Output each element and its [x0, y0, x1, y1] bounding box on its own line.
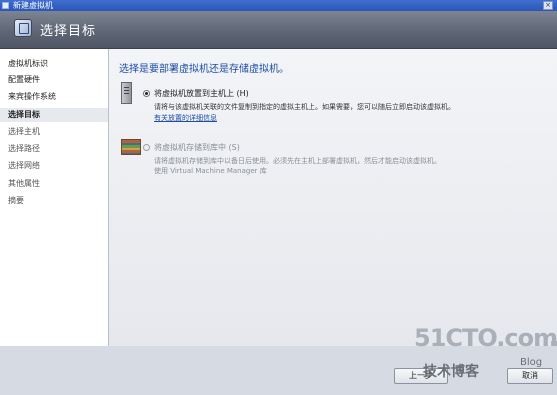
placement-details-link[interactable]: 有关放置的详细信息 [154, 113, 217, 123]
watermark-domain: 51CTO.com [414, 324, 557, 352]
sidebar-item-configure-hardware[interactable]: 配置硬件 [0, 73, 108, 87]
app-icon [2, 2, 9, 9]
main-panel: 选择是要部署虚拟机还是存储虚拟机。 将虚拟机放置到主机上 (H) 请将与该虚拟机… [109, 49, 557, 346]
place-on-host-description: 请将与该虚拟机关联的文件复制到指定的虚拟主机上。如果需要，您可以随后立即启动该虚… [154, 103, 455, 111]
window-title: 新建虚拟机 [13, 1, 53, 10]
watermark-blog: Blog [520, 357, 543, 368]
section-heading: 选择是要部署虚拟机还是存储虚拟机。 [119, 64, 289, 75]
window-close-button[interactable]: × [543, 1, 553, 10]
watermark-subtitle: 技术博客 [423, 364, 479, 380]
sidebar-item-guest-os[interactable]: 来宾操作系统 [0, 90, 108, 104]
store-in-library-label[interactable]: 将虚拟机存储到库中 (S) [154, 142, 240, 153]
place-on-host-label[interactable]: 将虚拟机放置到主机上 (H) [154, 88, 249, 99]
sidebar-item-vm-identity[interactable]: 虚拟机标识 [0, 57, 108, 71]
library-icon [121, 139, 141, 155]
wizard-steps-sidebar: 虚拟机标识 配置硬件 来宾操作系统 选择目标 选择主机 选择路径 选择网络 其他… [0, 49, 109, 346]
title-bar: 新建虚拟机 × [0, 0, 557, 11]
place-on-host-radio[interactable] [143, 90, 150, 97]
sidebar-item-select-network[interactable]: 选择网络 [0, 159, 108, 173]
store-in-library-description-2: 使用 Virtual Machine Manager 库 [154, 167, 267, 175]
sidebar-item-summary[interactable]: 摘要 [0, 194, 108, 208]
sidebar-item-additional-properties[interactable]: 其他属性 [0, 177, 108, 191]
sidebar-item-select-path[interactable]: 选择路径 [0, 142, 108, 156]
cancel-button[interactable]: 取消 [507, 368, 553, 384]
store-in-library-radio[interactable] [143, 144, 150, 151]
store-in-library-description: 请将虚拟机存储到库中以备日后使用。必须先在主机上部署虚拟机，然后才能启动该虚拟机… [154, 157, 441, 165]
sidebar-item-select-host[interactable]: 选择主机 [0, 125, 108, 139]
wizard-banner: 选择目标 [0, 11, 557, 49]
server-icon [121, 82, 132, 104]
sidebar-item-select-destination[interactable]: 选择目标 [0, 108, 108, 122]
wizard-page-icon [14, 19, 32, 37]
page-title: 选择目标 [40, 24, 97, 39]
